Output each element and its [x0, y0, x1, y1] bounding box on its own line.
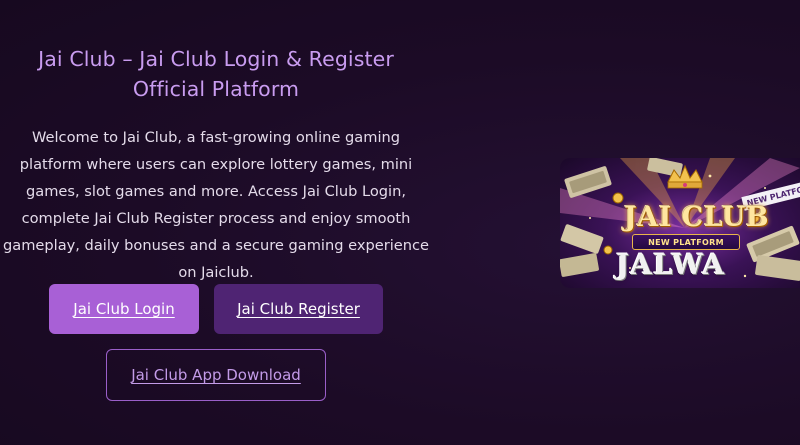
register-button[interactable]: Jai Club Register	[214, 284, 383, 334]
hero-text-block: Jai Club – Jai Club Login & Register Off…	[0, 44, 432, 286]
app-download-button[interactable]: Jai Club App Download	[106, 349, 326, 401]
banner-brand: JAI CLUB	[624, 202, 770, 233]
page-title: Jai Club – Jai Club Login & Register Off…	[38, 47, 394, 101]
promo-banner-image: NEW PLATFORM JAI CLUB NEW PLATFORM JALWA	[560, 158, 800, 288]
hero-description: Welcome to Jai Club, a fast-growing onli…	[2, 129, 430, 281]
banner-headline: JALWA	[616, 248, 726, 281]
login-button[interactable]: Jai Club Login	[49, 284, 199, 334]
